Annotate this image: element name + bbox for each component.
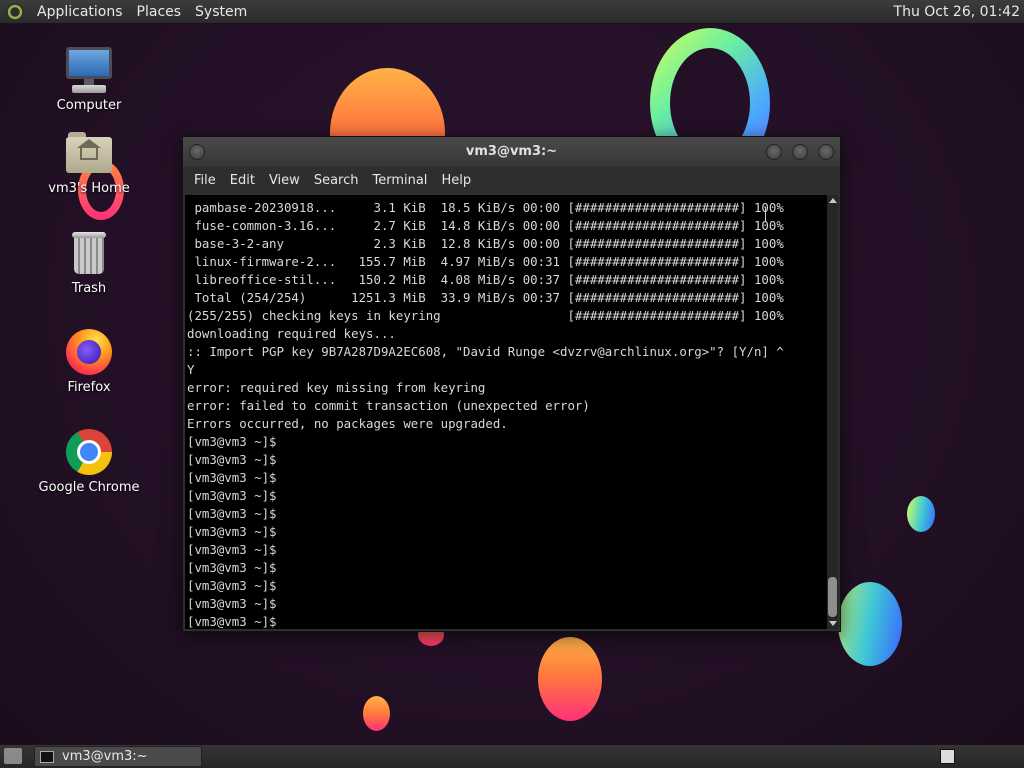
terminal-line: pambase-20230918... 3.1 KiB 18.5 KiB/s 0… (194, 200, 784, 215)
terminal-menubar: File Edit View Search Terminal Help (183, 167, 840, 195)
desktop-icon-label: Trash (71, 281, 107, 296)
terminal-line: [vm3@vm3 ~]$ (187, 560, 277, 575)
desktop-icon-trash[interactable]: Trash (34, 228, 144, 296)
workspace-switcher[interactable] (940, 749, 955, 764)
menu-file[interactable]: File (187, 167, 223, 195)
clock[interactable]: Thu Oct 26, 01:42 (894, 0, 1020, 24)
chrome-icon (64, 427, 114, 477)
terminal-line: Total (254/254) 1251.3 MiB 33.9 MiB/s 00… (194, 290, 784, 305)
bottom-panel: vm3@vm3:~ (0, 744, 1024, 768)
terminal-titlebar[interactable]: vm3@vm3:~ (183, 137, 840, 167)
terminal-line: downloading required keys... (187, 326, 396, 341)
window-menu-icon[interactable] (189, 144, 205, 160)
taskbar-task-label: vm3@vm3:~ (62, 749, 148, 764)
desktop-icon-home[interactable]: vm3's Home (34, 128, 144, 196)
show-desktop-icon[interactable] (4, 748, 22, 764)
minimize-icon[interactable] (766, 144, 782, 160)
desktop-icon-chrome[interactable]: Google Chrome (34, 427, 144, 495)
desktop-icon-firefox[interactable]: Firefox (34, 327, 144, 395)
terminal-line: (255/255) checking keys in keyring [####… (187, 308, 784, 323)
desktop-icon-label: Google Chrome (38, 480, 140, 495)
terminal-line: [vm3@vm3 ~]$ (187, 506, 277, 521)
menu-help[interactable]: Help (434, 167, 478, 195)
home-folder-icon (64, 128, 114, 178)
terminal-text[interactable]: pambase-20230918... 3.1 KiB 18.5 KiB/s 0… (185, 195, 827, 629)
maximize-icon[interactable] (792, 144, 808, 160)
scroll-down-arrow-icon[interactable] (829, 621, 837, 626)
menu-system[interactable]: System (188, 0, 254, 24)
terminal-line: [vm3@vm3 ~]$ (187, 596, 277, 611)
scrollbar-thumb[interactable] (828, 577, 837, 617)
top-panel: Applications Places System Thu Oct 26, 0… (0, 0, 1024, 24)
desktop-icon-label: Firefox (67, 380, 111, 395)
close-icon[interactable] (818, 144, 834, 160)
computer-icon (64, 45, 114, 95)
distro-logo-icon[interactable] (6, 2, 24, 21)
window-title: vm3@vm3:~ (465, 144, 558, 159)
terminal-output[interactable]: pambase-20230918... 3.1 KiB 18.5 KiB/s 0… (185, 195, 827, 629)
terminal-line: Y (187, 362, 195, 377)
terminal-line: fuse-common-3.16... 2.7 KiB 14.8 KiB/s 0… (194, 218, 784, 233)
scroll-up-arrow-icon[interactable] (829, 198, 837, 203)
menu-terminal[interactable]: Terminal (365, 167, 434, 195)
terminal-line: error: required key missing from keyring (187, 380, 486, 395)
wallpaper-blue-blob (838, 582, 902, 666)
mouse-cursor-ibeam-icon (765, 207, 766, 221)
terminal-line: Errors occurred, no packages were upgrad… (187, 416, 508, 431)
menu-search[interactable]: Search (307, 167, 366, 195)
taskbar-terminal-button[interactable]: vm3@vm3:~ (34, 746, 202, 767)
terminal-scrollbar[interactable] (827, 195, 838, 629)
terminal-line: [vm3@vm3 ~]$ (187, 434, 277, 449)
wallpaper-small-orange-blob (363, 696, 390, 731)
terminal-line: [vm3@vm3 ~]$ (187, 614, 277, 629)
terminal-line: base-3-2-any 2.3 KiB 12.8 KiB/s 00:00 [#… (194, 236, 784, 251)
menu-applications[interactable]: Applications (30, 0, 130, 24)
terminal-line: [vm3@vm3 ~]$ (187, 542, 277, 557)
desktop-icon-computer[interactable]: Computer (34, 45, 144, 113)
firefox-icon (64, 327, 114, 377)
terminal-line: [vm3@vm3 ~]$ (187, 578, 277, 593)
terminal-window[interactable]: vm3@vm3:~ File Edit View Search Terminal… (182, 136, 841, 632)
desktop-icon-label: Computer (56, 98, 122, 113)
trash-icon (64, 228, 114, 278)
terminal-icon (40, 750, 54, 763)
desktop-icon-label: vm3's Home (48, 181, 130, 196)
terminal-line: [vm3@vm3 ~]$ (187, 488, 277, 503)
terminal-line: linux-firmware-2... 155.7 MiB 4.97 MiB/s… (194, 254, 784, 269)
terminal-line: [vm3@vm3 ~]$ (187, 470, 277, 485)
terminal-line: [vm3@vm3 ~]$ (187, 524, 277, 539)
terminal-line: [vm3@vm3 ~]$ (187, 452, 277, 467)
wallpaper-small-blue-blob (907, 496, 935, 532)
terminal-line: :: Import PGP key 9B7A287D9A2EC608, "Dav… (187, 344, 784, 359)
menu-places[interactable]: Places (130, 0, 189, 24)
wallpaper-orange-bottom-blob (538, 637, 602, 721)
terminal-line: error: failed to commit transaction (une… (187, 398, 590, 413)
terminal-line: libreoffice-stil... 150.2 MiB 4.08 MiB/s… (194, 272, 784, 287)
menu-view[interactable]: View (262, 167, 307, 195)
menu-edit[interactable]: Edit (223, 167, 262, 195)
